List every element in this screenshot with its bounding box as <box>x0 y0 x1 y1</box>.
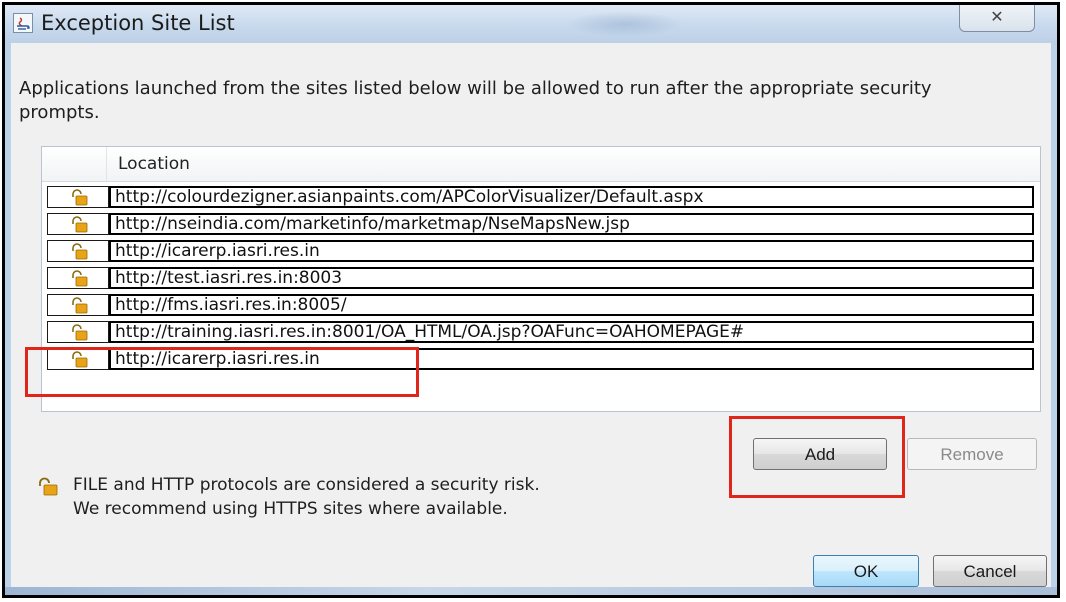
window-title: Exception Site List <box>41 11 235 35</box>
table-header: Location <box>42 147 1040 182</box>
location-column-header[interactable]: Location <box>118 154 190 174</box>
java-icon <box>13 13 33 33</box>
dialog-body: Applications launched from the sites lis… <box>11 43 1051 595</box>
title-bar-glass <box>565 11 685 37</box>
warning-line-2: We recommend using HTTPS sites where ava… <box>73 499 508 519</box>
table-row[interactable]: http://test.iasri.res.in:8003 <box>47 267 1034 289</box>
site-url-cell[interactable]: http://colourdezigner.asianpaints.com/AP… <box>109 186 1034 208</box>
unlocked-padlock-icon <box>47 267 109 289</box>
table-row[interactable]: http://icarerp.iasri.res.in <box>47 240 1034 262</box>
unlocked-padlock-icon <box>47 294 109 316</box>
cancel-button[interactable]: Cancel <box>933 555 1047 587</box>
remove-button[interactable]: Remove <box>907 438 1037 470</box>
site-url-cell[interactable]: http://nseindia.com/marketinfo/marketmap… <box>109 213 1034 235</box>
warning-line-1: FILE and HTTP protocols are considered a… <box>73 475 540 495</box>
table-row[interactable]: http://training.iasri.res.in:8001/OA_HTM… <box>47 321 1034 343</box>
title-bar: Exception Site List ✕ <box>5 5 1057 43</box>
close-icon: ✕ <box>990 7 1004 26</box>
table-row[interactable]: http://nseindia.com/marketinfo/marketmap… <box>47 213 1034 235</box>
window-bottom-border <box>5 587 1057 595</box>
unlocked-padlock-icon <box>47 321 109 343</box>
header-divider <box>106 147 107 181</box>
unlocked-padlock-icon <box>37 477 59 504</box>
unlocked-padlock-icon <box>47 186 109 208</box>
new-entry-highlight-box <box>25 347 419 397</box>
description-text: Applications launched from the sites lis… <box>19 78 932 123</box>
site-url-cell[interactable]: http://training.iasri.res.in:8001/OA_HTM… <box>109 321 1034 343</box>
site-url-cell[interactable]: http://fms.iasri.res.in:8005/ <box>109 294 1034 316</box>
unlocked-padlock-icon <box>47 213 109 235</box>
table-row[interactable]: http://colourdezigner.asianpaints.com/AP… <box>47 186 1034 208</box>
close-button[interactable]: ✕ <box>959 5 1035 32</box>
table-row[interactable]: http://fms.iasri.res.in:8005/ <box>47 294 1034 316</box>
ok-button[interactable]: OK <box>813 555 919 587</box>
site-url-cell[interactable]: http://icarerp.iasri.res.in <box>109 240 1034 262</box>
site-url-cell[interactable]: http://test.iasri.res.in:8003 <box>109 267 1034 289</box>
unlocked-padlock-icon <box>47 240 109 262</box>
add-button-highlight-box <box>729 416 905 498</box>
exception-site-list-dialog: Exception Site List ✕ Applications launc… <box>2 2 1060 598</box>
